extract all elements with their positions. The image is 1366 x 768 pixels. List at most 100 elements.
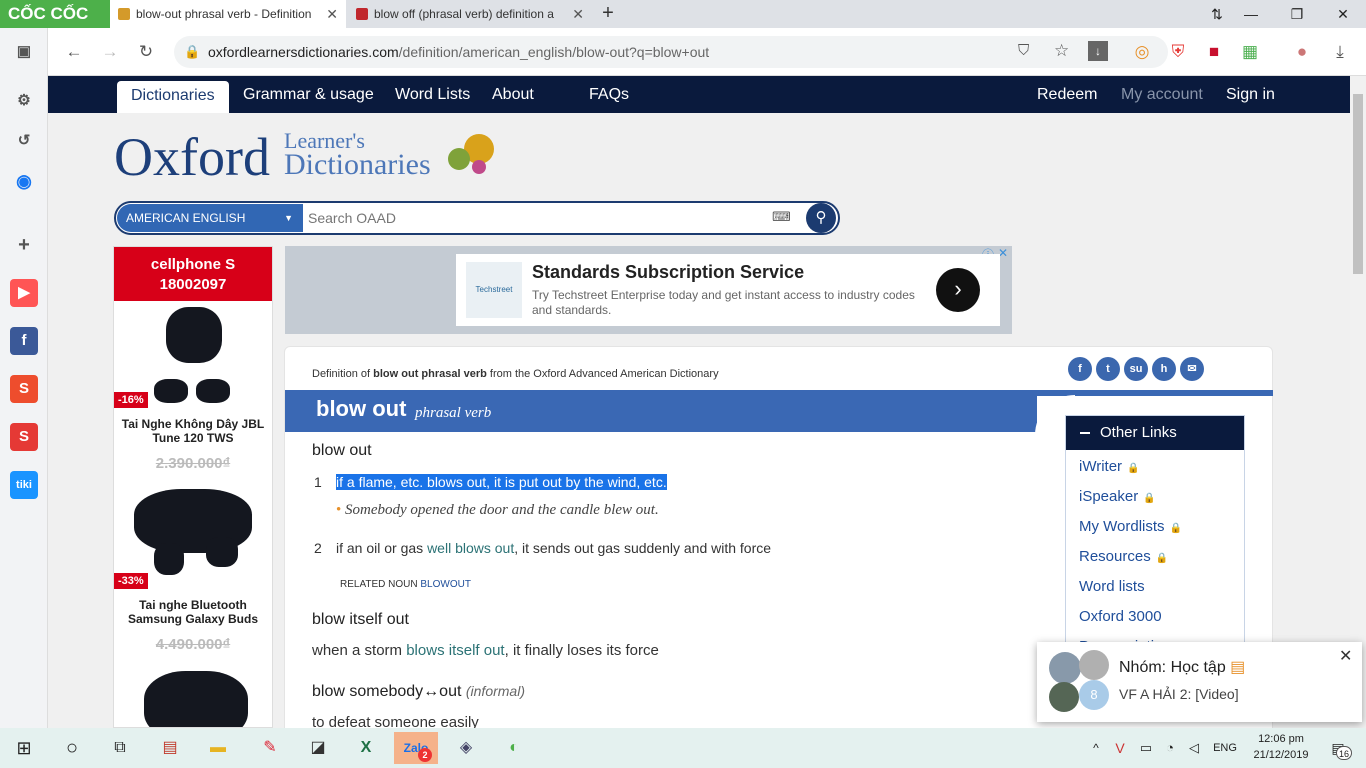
zalo-icon[interactable]: Zalo 2 (394, 732, 438, 764)
url-text[interactable]: oxfordlearnersdictionaries.com/definitio… (208, 36, 709, 68)
windows-start-icon[interactable]: ⊞ (8, 732, 40, 764)
link-my-wordlists[interactable]: My Wordlists 🔒 (1079, 518, 1182, 535)
extension-chrome-icon[interactable]: ◎ (1130, 40, 1154, 64)
reload-icon[interactable]: ↻ (134, 40, 158, 64)
downloads-icon[interactable]: ⤓ (1328, 40, 1352, 64)
close-tab-icon[interactable]: ✕ (572, 0, 584, 28)
keyboard-icon[interactable]: ⌨ (772, 209, 792, 227)
scrollbar-thumb[interactable] (1353, 94, 1363, 274)
antivirus-icon[interactable]: V (1110, 732, 1130, 764)
tab-blow-out[interactable]: blow-out phrasal verb - Definition ✕ (110, 0, 346, 28)
sendo-icon[interactable]: S (10, 423, 38, 451)
minimize-button[interactable]: — (1228, 0, 1274, 28)
ad-content: Techstreet Standards Subscription Servic… (456, 254, 1000, 326)
example-sentence: • Somebody opened the door and the candl… (336, 502, 659, 519)
dictionary-select[interactable]: AMERICAN ENGLISH ▼ (117, 204, 303, 232)
chevron-right-icon[interactable]: › (936, 268, 980, 312)
facebook-icon[interactable]: f (10, 327, 38, 355)
email-share-icon[interactable]: ✉ (1180, 357, 1204, 381)
link-iwriter[interactable]: iWriter 🔒 (1079, 458, 1140, 475)
maximize-button[interactable]: ❐ (1274, 0, 1320, 28)
logo-ball-icon (472, 160, 486, 174)
back-icon[interactable]: ← (62, 40, 86, 64)
profile-avatar[interactable]: ● (1290, 40, 1314, 64)
hootsuite-share-icon[interactable]: h (1152, 357, 1176, 381)
youtube-icon[interactable]: ▶ (10, 279, 38, 307)
file-explorer-icon[interactable]: ▬ (202, 732, 234, 764)
coccoc-icon[interactable]: ◐ (498, 732, 530, 764)
messenger-icon[interactable]: ◉ (10, 167, 38, 195)
volume-icon[interactable]: ◁ (1184, 732, 1204, 764)
app-icon[interactable]: ▤ (154, 732, 186, 764)
close-icon[interactable]: ✕ (1339, 646, 1352, 666)
tab-blow-off[interactable]: blow off (phrasal verb) definition a ✕ (348, 0, 592, 28)
excel-icon[interactable]: X (350, 732, 382, 764)
nav-about[interactable]: About (492, 76, 534, 113)
history-icon[interactable]: ↺ (10, 127, 38, 155)
address-bar[interactable]: 🔒 oxfordlearnersdictionaries.com/definit… (174, 36, 1168, 68)
stumbleupon-share-icon[interactable]: su (1124, 357, 1148, 381)
settings-gear-icon[interactable]: ⚙ (10, 87, 38, 115)
nav-my-account[interactable]: My account (1121, 76, 1203, 113)
url-host: oxfordlearnersdictionaries.com (208, 44, 399, 60)
facebook-share-icon[interactable]: f (1068, 357, 1092, 381)
shield-icon[interactable]: ⛉ (1018, 42, 1029, 59)
nav-dictionaries[interactable]: Dictionaries (117, 81, 229, 113)
banner-advertisement[interactable]: ⓘ ✕ Techstreet Standards Subscription Se… (285, 246, 1012, 334)
close-tab-icon[interactable]: ✕ (326, 0, 338, 28)
related-link[interactable]: BLOWOUT (420, 579, 471, 590)
link-resources[interactable]: Resources 🔒 (1079, 548, 1168, 565)
notification-center-icon[interactable]: ▤16 (1322, 732, 1354, 764)
extension-red-icon[interactable]: ■ (1202, 40, 1226, 64)
coccoc-logo[interactable]: CỐC CỐC (0, 0, 110, 28)
paint-icon[interactable]: ✎ (254, 732, 286, 764)
shopee-icon[interactable]: S (10, 375, 38, 403)
side-advertisement[interactable]: cellphone S 18002097 -16% Tai Nghe Không… (113, 246, 273, 728)
sticky-notes-icon[interactable]: ◪ (302, 732, 334, 764)
nav-redeem[interactable]: Redeem (1037, 76, 1097, 113)
new-tab-button[interactable]: + (596, 0, 620, 28)
chat-notification[interactable]: 8 Nhóm: Học tập ▤ VF A HẢI 2: [Video] ✕ (1037, 642, 1362, 722)
chevron-down-icon: ▼ (284, 213, 293, 223)
extension-adblock-icon[interactable]: ⛨ (1166, 40, 1190, 64)
close-window-button[interactable]: ✕ (1320, 0, 1366, 28)
nav-grammar[interactable]: Grammar & usage (243, 76, 374, 113)
task-view-icon[interactable]: ⧉ (104, 732, 136, 764)
example-text: Somebody opened the door and the candle … (345, 502, 659, 518)
nav-sign-in[interactable]: Sign in (1226, 76, 1275, 113)
link-oxford-3000[interactable]: Oxford 3000 (1079, 608, 1162, 625)
chevron-up-icon[interactable]: ^ (1086, 732, 1106, 764)
search-input[interactable] (308, 207, 768, 229)
download-page-icon[interactable]: ↓ (1088, 41, 1108, 61)
link-ispeaker[interactable]: iSpeaker 🔒 (1079, 488, 1156, 505)
link-label: iSpeaker (1079, 488, 1139, 505)
bullet-icon: • (336, 502, 342, 518)
lock-icon[interactable]: 🔒 (184, 44, 200, 60)
search-icon[interactable]: ○ (56, 732, 88, 764)
wifi-icon[interactable]: ◔ (1160, 732, 1180, 764)
nav-word-lists[interactable]: Word Lists (395, 76, 470, 113)
nav-faqs[interactable]: FAQs (589, 76, 629, 113)
earbuds-image (154, 379, 188, 403)
phrase-heading: blow somebody↔out (informal) (312, 683, 525, 701)
app-icon[interactable]: ◈ (450, 732, 482, 764)
discount-badge: -16% (114, 392, 148, 408)
twitter-share-icon[interactable]: t (1096, 357, 1120, 381)
search-button[interactable]: ⚲ (806, 203, 836, 233)
lock-icon: 🔒 (1143, 493, 1156, 504)
language-indicator[interactable]: ENG (1210, 732, 1240, 764)
clock[interactable]: 12:06 pm 21/12/2019 (1248, 731, 1314, 763)
bookmark-star-icon[interactable]: ☆ (1054, 41, 1069, 61)
extension-color-icon[interactable]: ▦ (1238, 40, 1262, 64)
other-links-header[interactable]: Other Links (1066, 416, 1244, 450)
sense-number: 2 (314, 540, 322, 556)
tiki-icon[interactable]: tiki (10, 471, 38, 499)
other-links-panel: Other Links iWriter 🔒 iSpeaker 🔒 My Wordli… (1065, 415, 1245, 655)
sidebar-toggle-icon[interactable]: ▣ (10, 38, 38, 66)
link-word-lists[interactable]: Word lists (1079, 578, 1145, 595)
page-scrollbar[interactable] (1350, 76, 1366, 728)
add-shortcut-icon[interactable]: + (10, 231, 38, 259)
battery-icon[interactable]: ▭ (1136, 732, 1156, 764)
source-word: blow out phrasal verb (373, 368, 487, 380)
forward-icon[interactable]: → (98, 40, 122, 64)
